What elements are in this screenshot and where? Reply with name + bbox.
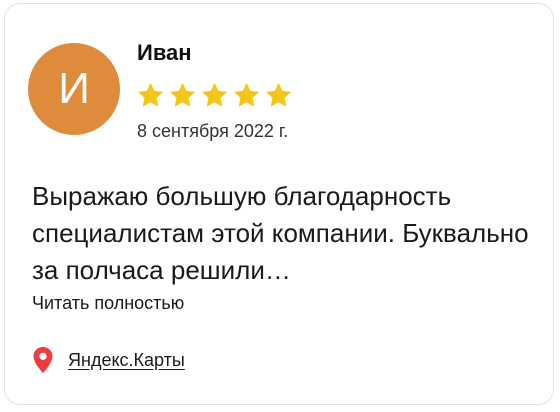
star-icon: [233, 82, 260, 107]
author-name: Иван: [137, 40, 192, 65]
star-icon: [137, 82, 164, 107]
avatar-initial: И: [58, 64, 90, 113]
source-link[interactable]: Яндекс.Карты: [32, 346, 185, 374]
review-card: И Иван 8 сентября 2022 г. Выражаю большу…: [4, 3, 554, 405]
read-more-link[interactable]: Читать полностью: [32, 293, 184, 314]
avatar: И: [28, 43, 120, 135]
star-icon: [169, 82, 196, 107]
star-icon: [201, 82, 228, 107]
review-text: Выражаю большую благодарность специалист…: [32, 181, 529, 285]
source-label[interactable]: Яндекс.Карты: [68, 350, 185, 371]
review-date: 8 сентября 2022 г.: [137, 121, 289, 141]
star-icon: [265, 82, 292, 107]
map-pin-icon: [33, 347, 53, 373]
rating-stars: [135, 80, 294, 111]
